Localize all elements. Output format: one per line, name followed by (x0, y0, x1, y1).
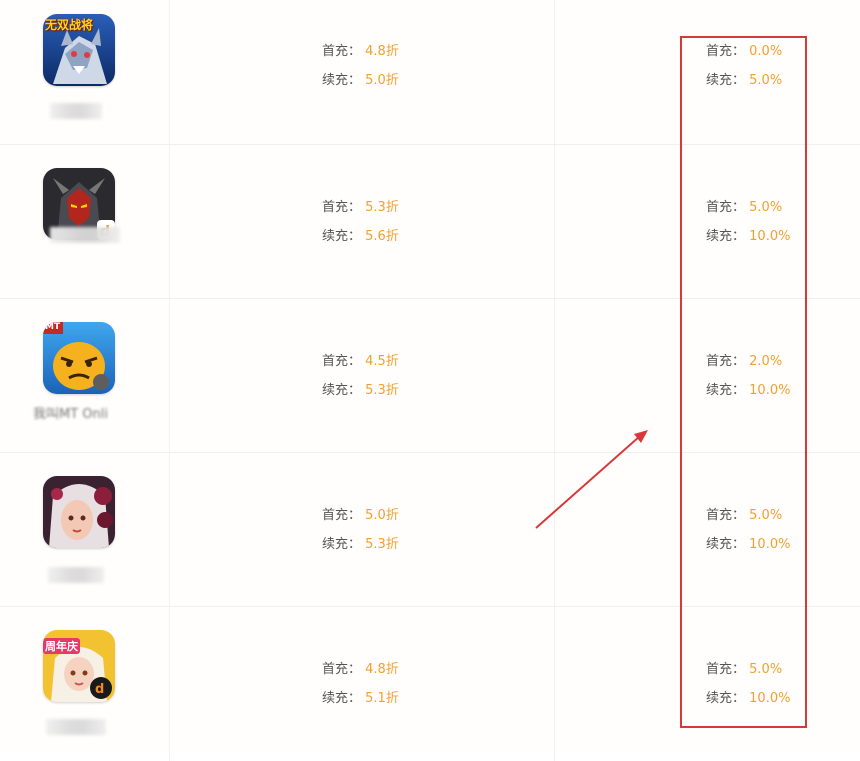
first-charge-discount: 5.3折 (365, 200, 399, 215)
rebate-cell: 首充： 5.0% 续充： 10.0% (706, 662, 790, 720)
renew-charge-label: 续充： (322, 229, 362, 244)
first-charge-label: 首充： (706, 44, 746, 59)
game-cell[interactable] (0, 453, 170, 606)
renew-charge-label: 续充： (706, 73, 746, 88)
renew-charge-label: 续充： (706, 383, 746, 398)
renew-charge-label: 续充： (322, 537, 362, 552)
rebate-cell: 首充： 0.0% 续充： 5.0% (706, 44, 782, 102)
column-divider (554, 607, 555, 761)
renew-charge-discount: 5.3折 (365, 383, 399, 398)
renew-charge-label: 续充： (706, 537, 746, 552)
wolf-game-icon[interactable]: 无双战将 (43, 14, 115, 86)
first-charge-rebate: 0.0% (749, 44, 783, 59)
column-divider (554, 453, 555, 606)
yellow-creature-game-icon[interactable]: MT (43, 322, 115, 394)
first-charge-rebate: 5.0% (749, 508, 783, 523)
first-charge-rebate: 2.0% (749, 354, 783, 369)
icon-badge-text: MT (45, 322, 61, 332)
discount-cell: 首充： 4.5折 续充： 5.3折 (322, 354, 399, 412)
first-charge-label: 首充： (322, 508, 362, 523)
table-row: d 周年庆 首充： 4.8折 续充： 5.1折 首充： 5.0% 续充： 10.… (0, 607, 860, 761)
renew-charge-rebate: 5.0% (749, 73, 783, 88)
game-name-blurred (50, 103, 102, 119)
renew-charge-discount: 5.0折 (365, 73, 399, 88)
renew-charge-label: 续充： (322, 383, 362, 398)
table-row: 无双战将 首充： 4.8折 续充： 5.0折 首充： 0.0% 续充： 5.0% (0, 0, 860, 145)
renew-charge-rebate: 10.0% (749, 229, 791, 244)
first-charge-discount: 5.0折 (365, 508, 399, 523)
icon-banner-text: 周年庆 (43, 638, 80, 654)
first-charge-rebate: 5.0% (749, 662, 783, 677)
renew-charge-label: 续充： (706, 229, 746, 244)
girl-portrait-game-icon[interactable] (43, 476, 115, 548)
first-charge-label: 首充： (706, 354, 746, 369)
anniversary-girl-game-icon[interactable]: d 周年庆 (43, 630, 115, 702)
renew-charge-discount: 5.3折 (365, 537, 399, 552)
discount-cell: 首充： 4.8折 续充： 5.0折 (322, 44, 399, 102)
renew-charge-label: 续充： (322, 73, 362, 88)
discount-cell: 首充： 5.0折 续充： 5.3折 (322, 508, 399, 566)
table-row: d 首充： 5.3折 续充： 5.6折 首充： 5.0% 续充： 10.0% (0, 145, 860, 299)
renew-charge-rebate: 10.0% (749, 691, 791, 706)
game-name-blurred (46, 719, 106, 735)
renew-charge-label: 续充： (706, 691, 746, 706)
renew-charge-discount: 5.6折 (365, 229, 399, 244)
rebate-cell: 首充： 2.0% 续充： 10.0% (706, 354, 790, 412)
game-cell[interactable]: d 周年庆 (0, 607, 170, 761)
first-charge-label: 首充： (322, 354, 362, 369)
svg-text:d: d (95, 682, 104, 697)
renew-charge-label: 续充： (322, 691, 362, 706)
column-divider (554, 299, 555, 452)
column-divider (554, 145, 555, 298)
table-row: 首充： 5.0折 续充： 5.3折 首充： 5.0% 续充： 10.0% (0, 453, 860, 607)
discount-cell: 首充： 5.3折 续充： 5.6折 (322, 200, 399, 258)
renew-charge-rebate: 10.0% (749, 383, 791, 398)
table-row: MT 我叫MT Onli 首充： 4.5折 续充： 5.3折 首充： 2.0% … (0, 299, 860, 453)
game-name-blurred: 我叫MT Onli (33, 407, 108, 422)
game-cell[interactable]: 无双战将 (0, 0, 170, 144)
first-charge-rebate: 5.0% (749, 200, 783, 215)
column-divider (554, 0, 555, 144)
first-charge-label: 首充： (322, 662, 362, 677)
first-charge-label: 首充： (706, 662, 746, 677)
game-cell[interactable]: MT 我叫MT Onli (0, 299, 170, 452)
first-charge-label: 首充： (322, 44, 362, 59)
first-charge-label: 首充： (706, 200, 746, 215)
renew-charge-discount: 5.1折 (365, 691, 399, 706)
renew-charge-rebate: 10.0% (749, 537, 791, 552)
icon-banner-text: 无双战将 (45, 18, 94, 32)
first-charge-label: 首充： (322, 200, 362, 215)
game-name-blurred (50, 227, 120, 243)
game-cell[interactable]: d (0, 145, 170, 298)
first-charge-discount: 4.8折 (365, 662, 399, 677)
game-name-blurred (48, 567, 104, 583)
game-recharge-table: 无双战将 首充： 4.8折 续充： 5.0折 首充： 0.0% 续充： 5.0% (0, 0, 860, 761)
first-charge-discount: 4.8折 (365, 44, 399, 59)
rebate-cell: 首充： 5.0% 续充： 10.0% (706, 508, 790, 566)
first-charge-label: 首充： (706, 508, 746, 523)
rebate-cell: 首充： 5.0% 续充： 10.0% (706, 200, 790, 258)
first-charge-discount: 4.5折 (365, 354, 399, 369)
discount-cell: 首充： 4.8折 续充： 5.1折 (322, 662, 399, 720)
